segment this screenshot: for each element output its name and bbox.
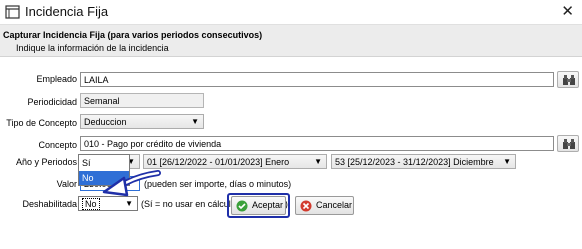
- cancelar-button[interactable]: Cancelar: [295, 196, 354, 215]
- dialog-header: Capturar Incidencia Fija (para varios pe…: [0, 25, 582, 57]
- binoculars-icon: [563, 139, 575, 149]
- window-title: Incidencia Fija: [25, 4, 109, 19]
- empleado-label: Empleado: [36, 74, 77, 84]
- chevron-down-icon: ▼: [191, 117, 199, 126]
- valor-note: (pueden ser importe, días o minutos): [144, 179, 292, 189]
- header-title: Capturar Incidencia Fija (para varios pe…: [3, 30, 263, 40]
- deshabilitada-label: Deshabilitada: [22, 199, 77, 209]
- concepto-lookup-button[interactable]: [557, 135, 579, 152]
- binoculars-icon: [563, 75, 575, 85]
- header-subtitle: Indique la información de la incidencia: [16, 43, 169, 53]
- concepto-field[interactable]: 010 - Pago por crédito de vivienda: [80, 136, 554, 151]
- form-body: Empleado LAILA Periodicidad Semanal Tipo…: [0, 57, 582, 249]
- title-bar: Incidencia Fija ✕: [0, 0, 582, 25]
- periodicidad-field: Semanal: [80, 93, 204, 108]
- chevron-down-icon: ▼: [503, 157, 511, 166]
- periodo-fin-select[interactable]: 53 [25/12/2023 - 31/12/2023] Diciembre ▼: [331, 154, 516, 169]
- arrow-pointer-icon: [102, 170, 161, 197]
- empleado-field[interactable]: LAILA: [80, 72, 554, 87]
- tipo-concepto-label: Tipo de Concepto: [6, 118, 77, 128]
- periodo-fin-value: 53 [25/12/2023 - 31/12/2023] Diciembre: [335, 157, 494, 167]
- deshabilitada-value: No: [82, 198, 100, 210]
- periodo-inicio-select[interactable]: 01 [26/12/2022 - 01/01/2023] Enero ▼: [143, 154, 327, 169]
- cancel-circle-icon: [300, 200, 312, 212]
- tipo-concepto-select[interactable]: Deduccion ▼: [80, 114, 204, 129]
- close-button[interactable]: ✕: [561, 2, 574, 20]
- aceptar-label: Aceptar: [252, 200, 284, 210]
- concepto-label: Concepto: [38, 140, 77, 150]
- check-circle-icon: [236, 200, 248, 212]
- periodicidad-label: Periodicidad: [27, 97, 77, 107]
- empleado-lookup-button[interactable]: [557, 71, 579, 88]
- valor-label: Valor: [56, 179, 77, 189]
- tipo-concepto-value: Deduccion: [84, 117, 127, 127]
- window-icon: [5, 5, 20, 19]
- chevron-down-icon: ▼: [314, 157, 322, 166]
- anio-periodos-label: Año y Periodos: [15, 157, 77, 167]
- cancelar-label: Cancelar: [316, 200, 353, 210]
- aceptar-button[interactable]: Aceptar: [231, 196, 286, 215]
- periodo-inicio-value: 01 [26/12/2022 - 01/01/2023] Enero: [147, 157, 290, 167]
